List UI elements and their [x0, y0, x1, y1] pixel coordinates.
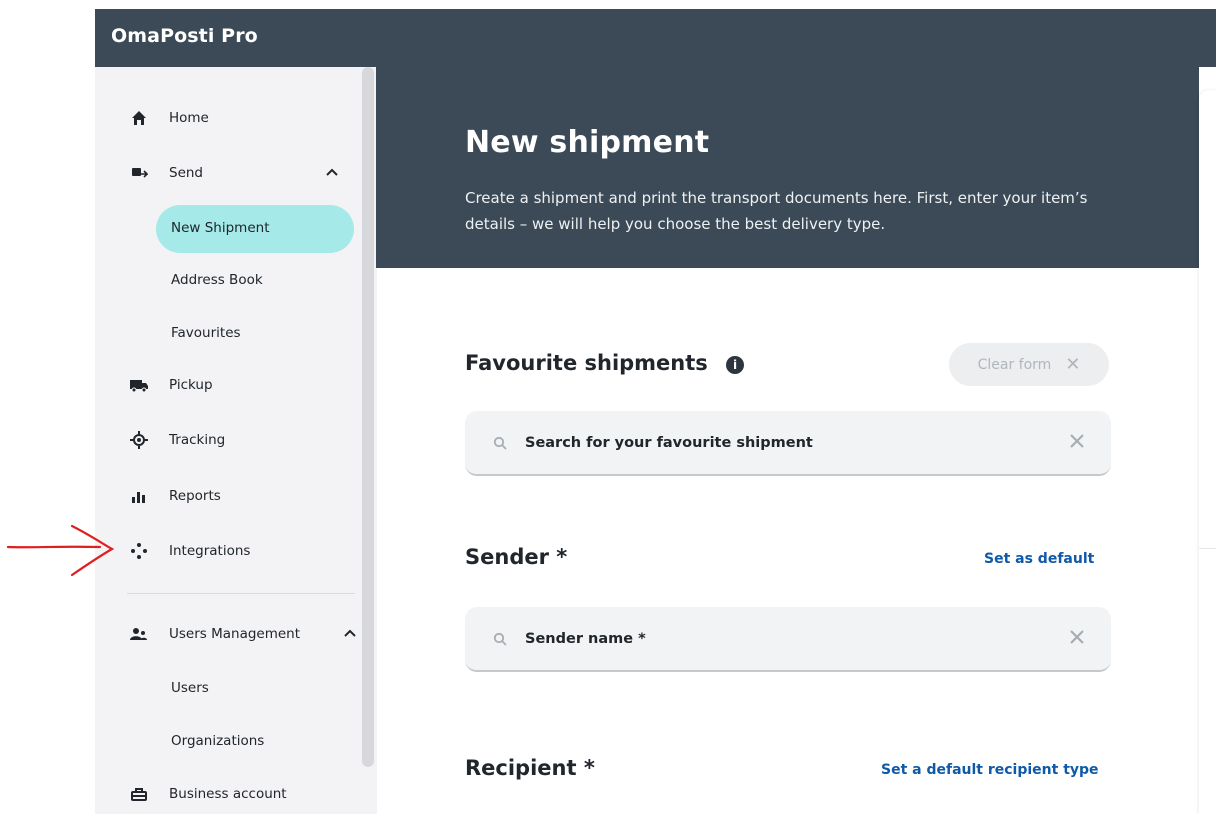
search-icon	[493, 436, 507, 450]
home-icon	[127, 106, 151, 130]
info-icon[interactable]: i	[726, 356, 744, 374]
truck-icon	[127, 373, 151, 397]
sender-name-input[interactable]: Sender name *	[465, 607, 1111, 672]
app-brand[interactable]: OmaPosti Pro	[111, 25, 258, 47]
sidebar-item-label: Users Management	[169, 626, 301, 642]
sidebar-subitem-new-shipment[interactable]: New Shipment	[171, 213, 270, 243]
users-icon	[127, 622, 151, 646]
sidebar-scrollbar[interactable]	[362, 67, 374, 767]
clear-form-label: Clear form	[977, 356, 1052, 373]
recipient-title: Recipient *	[465, 756, 595, 780]
sidebar-item-label: Reports	[169, 488, 221, 504]
sidebar-item-label: Integrations	[169, 543, 251, 559]
page-title: New shipment	[465, 125, 710, 160]
sidebar-subitem-address-book[interactable]: Address Book	[171, 265, 263, 295]
target-icon	[127, 428, 151, 452]
set-as-default-link[interactable]: Set as default	[984, 551, 1094, 567]
favourite-search-placeholder: Search for your favourite shipment	[525, 434, 813, 451]
sidebar-item-label: Pickup	[169, 377, 213, 393]
sidebar-item-label: Send	[169, 165, 204, 181]
sidebar: Home Send New Shipment Address Book Favo…	[95, 67, 377, 814]
send-parcel-icon	[127, 161, 151, 185]
briefcase-icon	[127, 782, 151, 806]
right-side-panel	[1199, 90, 1216, 814]
close-icon: ✕	[1065, 354, 1081, 375]
sidebar-subitem-organizations[interactable]: Organizations	[171, 726, 264, 756]
sidebar-item-integrations[interactable]: Integrations	[127, 531, 357, 571]
search-icon	[493, 632, 507, 646]
sidebar-divider	[127, 593, 355, 594]
favourite-search-input[interactable]: Search for your favourite shipment	[465, 411, 1111, 476]
chevron-up-icon[interactable]	[343, 626, 357, 642]
sidebar-item-send[interactable]: Send	[127, 153, 357, 193]
sidebar-item-home[interactable]: Home	[127, 98, 357, 138]
sidebar-subitem-users[interactable]: Users	[171, 673, 209, 703]
sidebar-subitem-favourites[interactable]: Favourites	[171, 318, 241, 348]
bar-chart-icon	[127, 484, 151, 508]
clear-form-button[interactable]: Clear form ✕	[949, 343, 1109, 386]
clear-search-icon[interactable]	[1069, 433, 1085, 449]
sidebar-item-label: Tracking	[169, 432, 226, 448]
integrations-dots-icon	[127, 539, 151, 563]
sidebar-item-reports[interactable]: Reports	[127, 476, 357, 516]
chevron-up-icon[interactable]	[325, 165, 339, 181]
sender-name-placeholder: Sender name *	[525, 630, 646, 647]
sidebar-item-tracking[interactable]: Tracking	[127, 420, 357, 460]
sidebar-item-label: Home	[169, 110, 209, 126]
sidebar-item-pickup[interactable]: Pickup	[127, 365, 357, 405]
top-app-bar: OmaPosti Pro	[95, 9, 1216, 67]
page-description: Create a shipment and print the transpor…	[465, 189, 1088, 233]
clear-sender-icon[interactable]	[1069, 629, 1085, 645]
right-panel-divider	[1199, 548, 1216, 549]
annotation-arrow-icon	[6, 524, 115, 577]
sidebar-item-label: Business account	[169, 786, 287, 802]
page-header: New shipment Create a shipment and print…	[376, 67, 1199, 268]
favourite-shipments-title: Favourite shipments	[465, 351, 708, 375]
sender-title: Sender *	[465, 545, 568, 569]
sidebar-item-users-management[interactable]: Users Management	[127, 614, 357, 654]
sidebar-item-business-account[interactable]: Business account	[127, 774, 357, 814]
set-default-recipient-type-link[interactable]: Set a default recipient type	[881, 762, 1099, 778]
